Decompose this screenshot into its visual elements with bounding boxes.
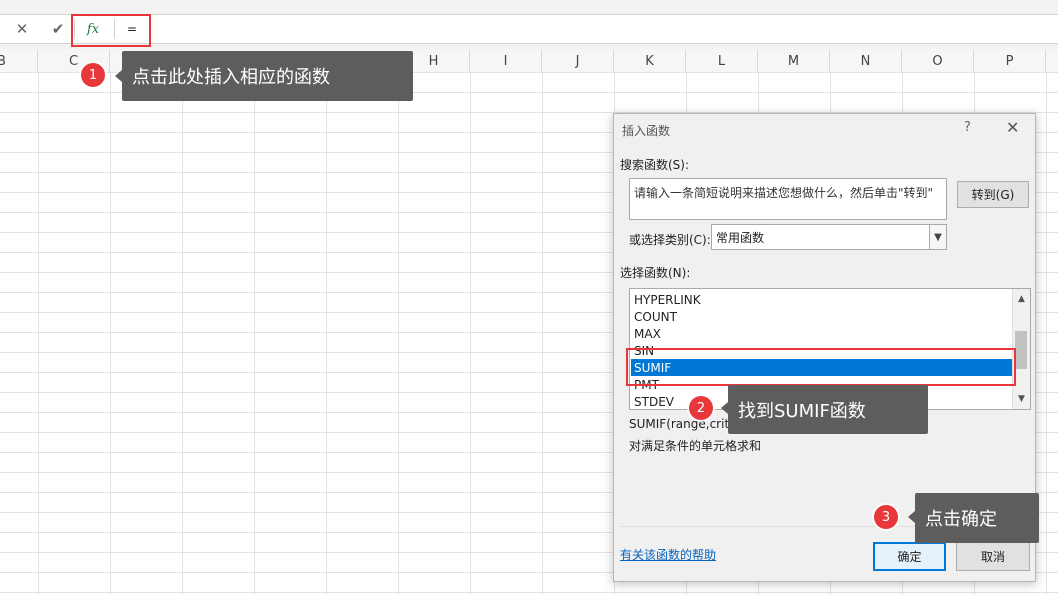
formula-bar-row: ✕ ✔ fx =	[0, 14, 1058, 44]
search-label: 搜索函数(S):	[620, 158, 690, 172]
callout-3: 点击确定	[915, 493, 1039, 543]
close-icon[interactable]: ✕	[1006, 118, 1019, 137]
column-header[interactable]: L	[686, 50, 758, 72]
cancel-button[interactable]: 取消	[956, 542, 1030, 571]
scroll-thumb[interactable]	[1015, 331, 1027, 369]
formula-input[interactable]: =	[118, 17, 1058, 41]
step-badge-3: 3	[874, 505, 898, 529]
ok-button[interactable]: 确定	[873, 542, 946, 571]
column-header[interactable]: K	[614, 50, 686, 72]
column-header[interactable]: I	[470, 50, 542, 72]
category-select[interactable]: 常用函数 ▼	[711, 224, 947, 250]
dialog-title: 插入函数	[622, 124, 671, 138]
list-item[interactable]: HYPERLINK	[631, 291, 1016, 308]
column-header[interactable]: P	[974, 50, 1046, 72]
callout-arrow	[908, 511, 915, 523]
list-item[interactable]: MAX	[631, 325, 1016, 342]
column-header[interactable]: O	[902, 50, 974, 72]
function-description: 对满足条件的单元格求和	[629, 439, 762, 453]
step-badge-1: 1	[81, 63, 105, 87]
close-icon[interactable]: ✕	[4, 15, 40, 43]
scroll-down-icon[interactable]: ▼	[1013, 391, 1030, 407]
column-header[interactable]: N	[830, 50, 902, 72]
category-label: 或选择类别(C):	[629, 233, 711, 247]
callout-2: 找到SUMIF函数	[728, 385, 928, 434]
column-header[interactable]: M	[758, 50, 830, 72]
search-input[interactable]: 请输入一条简短说明来描述您想做什么，然后单击"转到"	[629, 178, 947, 220]
chevron-down-icon[interactable]: ▼	[929, 225, 946, 249]
go-button[interactable]: 转到(G)	[957, 181, 1029, 208]
category-value: 常用函数	[716, 230, 765, 245]
scroll-up-icon[interactable]: ▲	[1013, 291, 1030, 307]
select-function-label: 选择函数(N):	[620, 266, 691, 280]
column-header[interactable]: B	[0, 50, 38, 72]
callout-1: 点击此处插入相应的函数	[122, 51, 413, 101]
list-item[interactable]: COUNT	[631, 308, 1016, 325]
step-badge-2: 2	[689, 396, 713, 420]
formula-bar: ✕ ✔ fx =	[0, 0, 1058, 50]
highlight-box-fx	[71, 14, 151, 47]
function-help-link[interactable]: 有关该函数的帮助	[620, 546, 716, 563]
highlight-box-sumif	[626, 348, 1016, 386]
callout-arrow	[115, 70, 122, 82]
callout-arrow	[721, 402, 728, 414]
column-header[interactable]: J	[542, 50, 614, 72]
help-icon[interactable]: ?	[964, 120, 971, 135]
